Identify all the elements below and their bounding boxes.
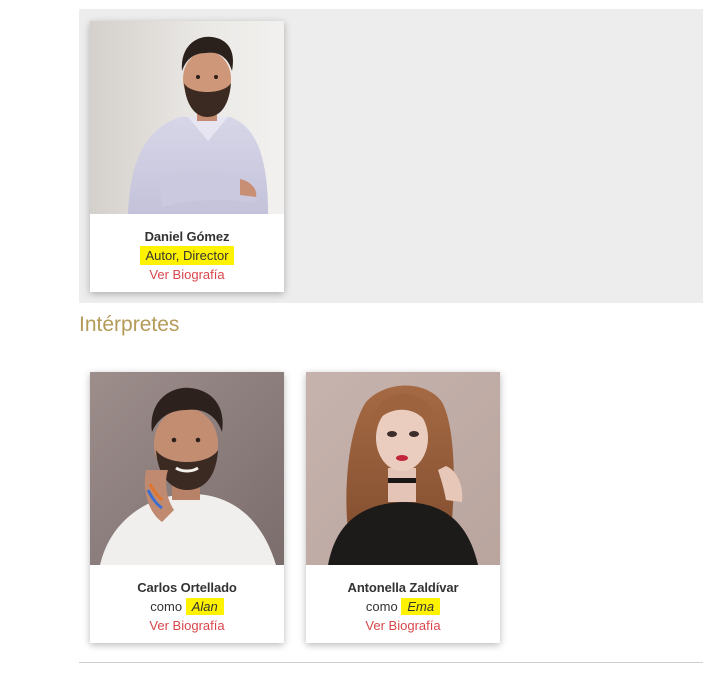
character-name: Ema <box>401 598 441 615</box>
character-name: Alan <box>185 598 224 615</box>
creator-name: Daniel Gómez <box>144 229 230 244</box>
carlos-ortellado-photo <box>90 372 284 565</box>
antonella-zaldivar-photo <box>306 372 500 565</box>
performer-card-antonella-zaldivar: Antonella Zaldívar como Ema Ver Biografí… <box>306 372 500 643</box>
performer-role-line: como Alan <box>90 597 284 617</box>
creator-info: Daniel Gómez Autor, Director Ver Biograf… <box>90 214 284 292</box>
performer-info: Carlos Ortellado como Alan Ver Biografía <box>90 565 284 643</box>
performer-info: Antonella Zaldívar como Ema Ver Biografí… <box>306 565 500 643</box>
page: Daniel Gómez Autor, Director Ver Biograf… <box>0 0 703 675</box>
section-title-interpretes: Intérpretes <box>79 313 180 336</box>
como-label: como <box>365 599 398 614</box>
bio-link-antonella-zaldivar[interactable]: Ver Biografía <box>306 617 500 635</box>
creator-role-line: Autor, Director <box>90 246 284 266</box>
section-divider <box>79 662 703 663</box>
bio-link-daniel-gomez[interactable]: Ver Biografía <box>90 266 284 284</box>
creator-card-daniel-gomez: Daniel Gómez Autor, Director Ver Biograf… <box>90 21 284 292</box>
como-label: como <box>150 599 183 614</box>
performer-name: Antonella Zaldívar <box>347 580 459 595</box>
bio-link-carlos-ortellado[interactable]: Ver Biografía <box>90 617 284 635</box>
performer-card-carlos-ortellado: Carlos Ortellado como Alan Ver Biografía <box>90 372 284 643</box>
performer-role-line: como Ema <box>306 597 500 617</box>
creator-role: Autor, Director <box>140 246 234 265</box>
performer-name: Carlos Ortellado <box>137 580 237 595</box>
daniel-gomez-photo <box>90 21 284 214</box>
